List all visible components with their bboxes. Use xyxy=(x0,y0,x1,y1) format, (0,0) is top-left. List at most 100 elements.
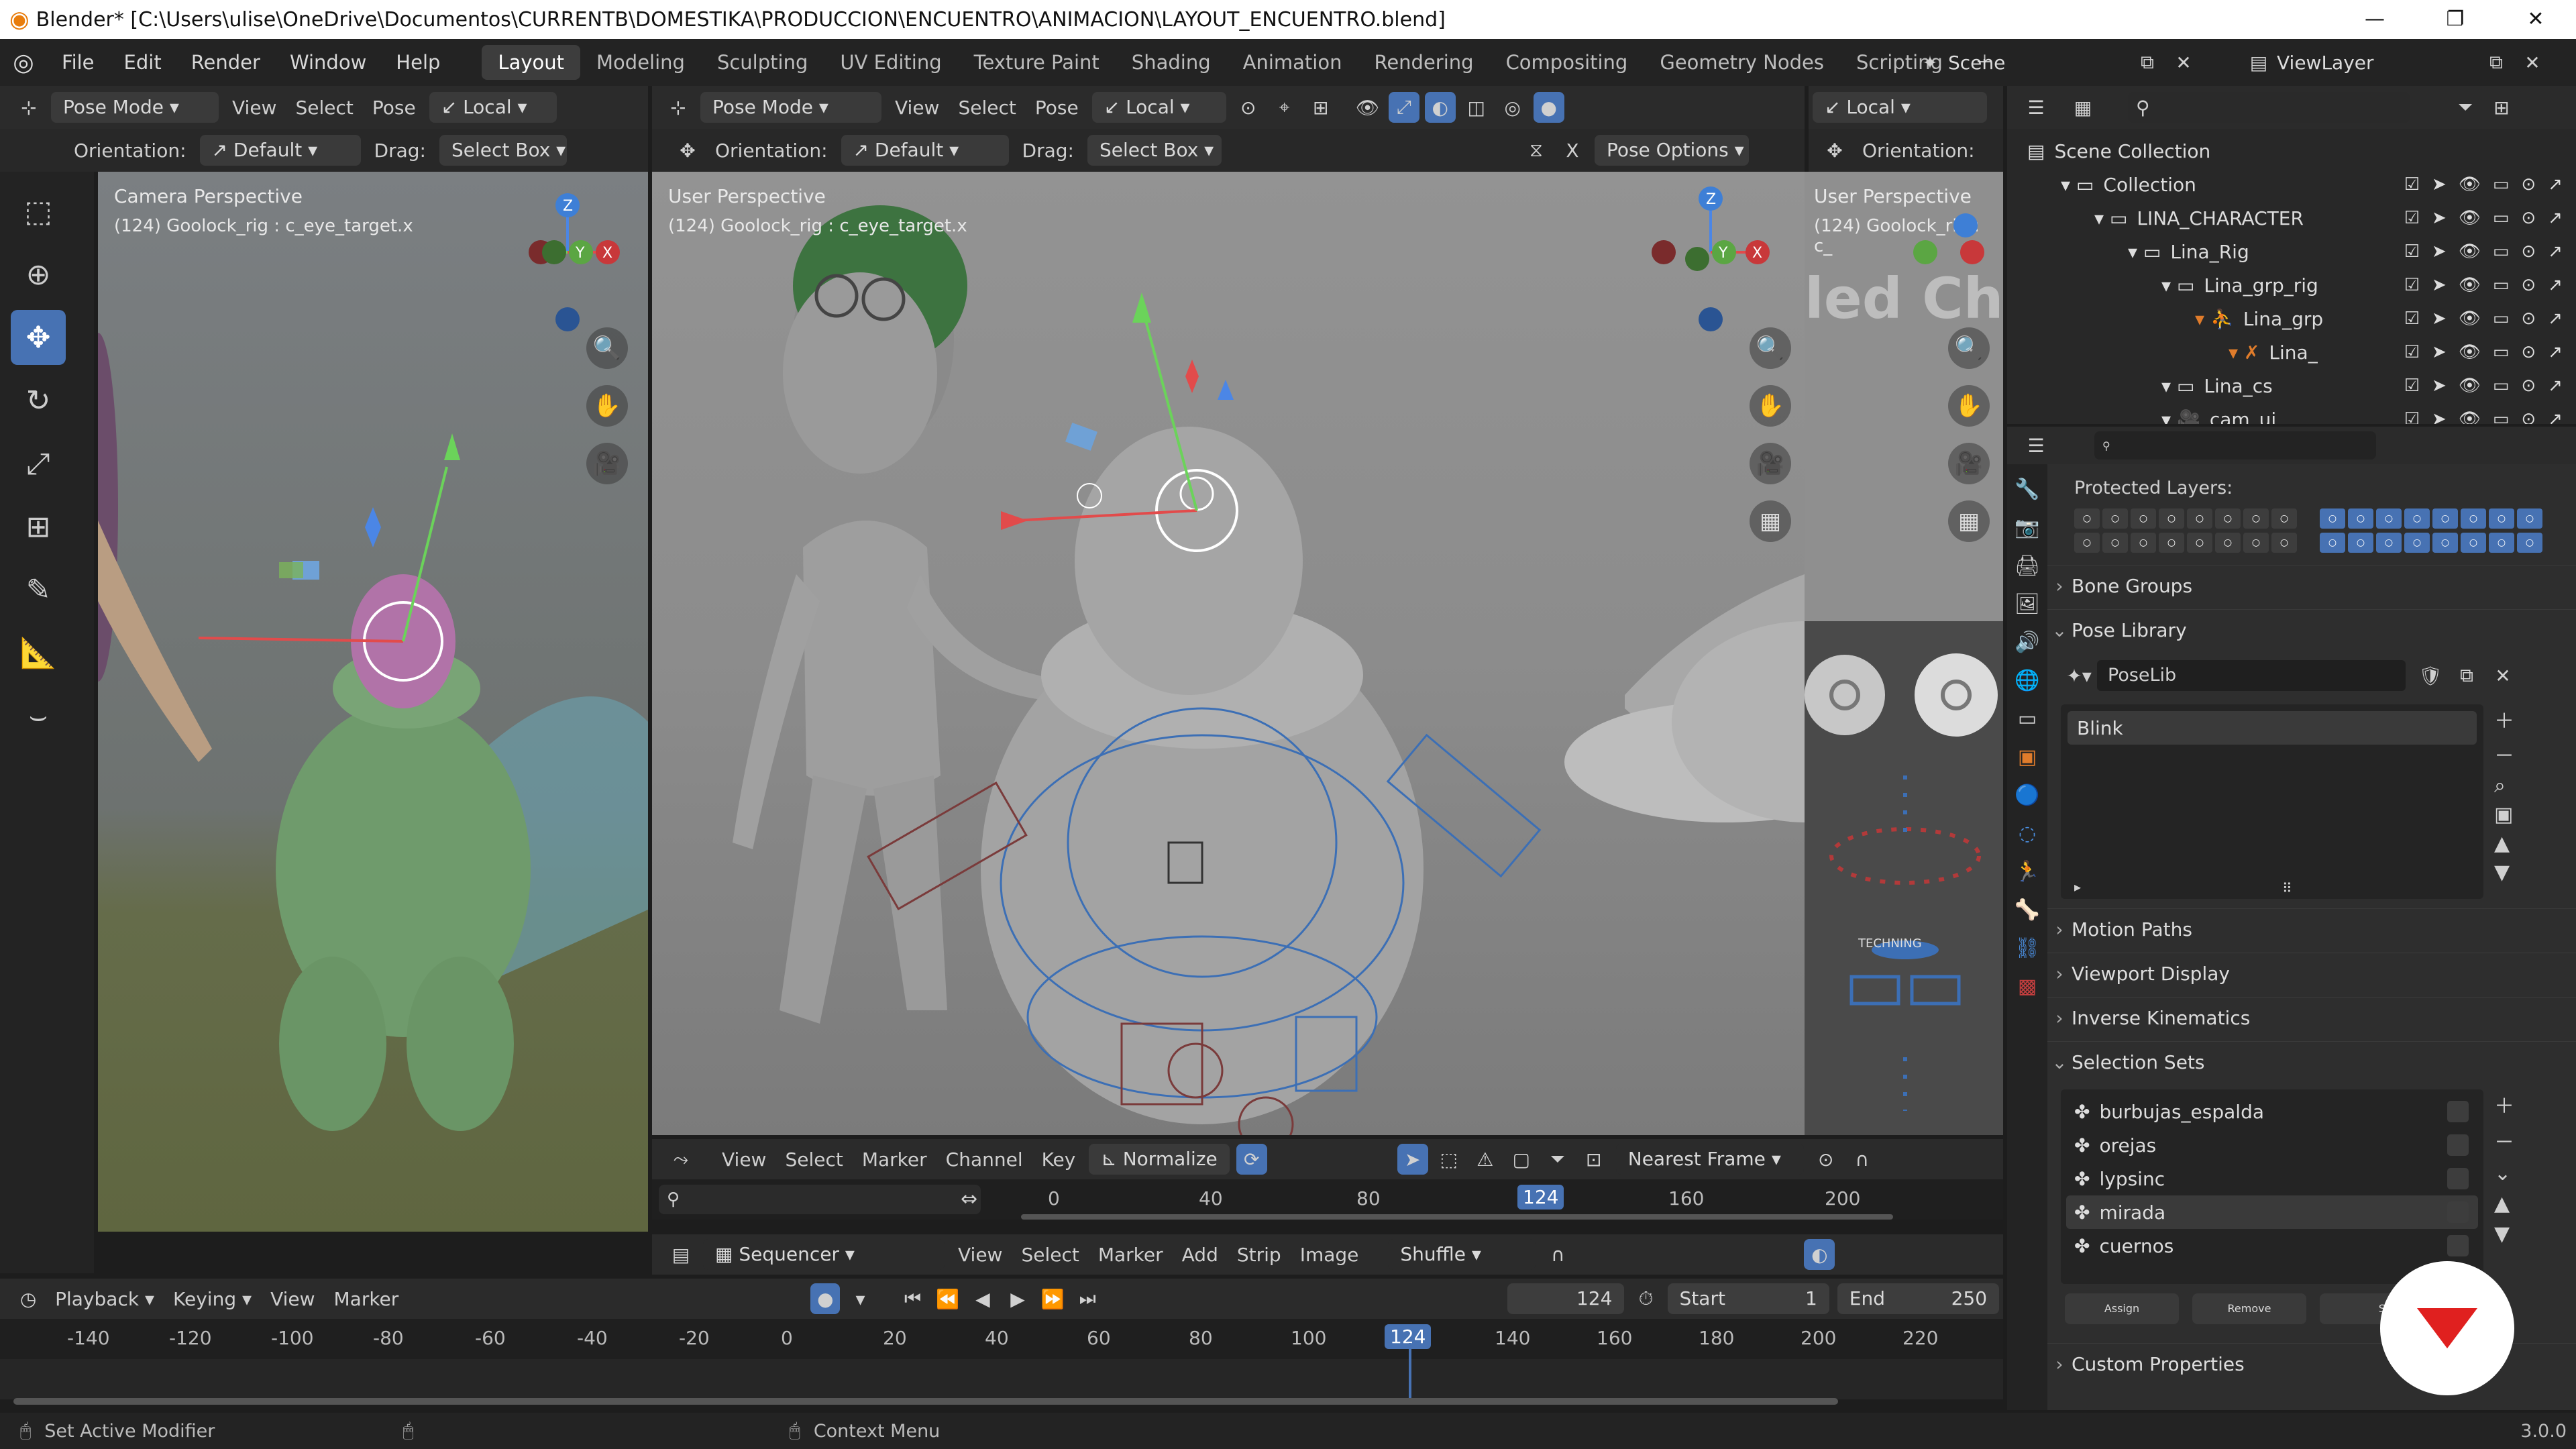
visibility-toggles[interactable]: ☑ ➤ 👁 ▭ ⊙ ↗ xyxy=(2404,241,2563,262)
remove-icon[interactable]: － xyxy=(2494,739,2514,769)
visibility-toggles[interactable]: ☑ ➤ 👁 ▭ ⊙ ↗ xyxy=(2404,409,2563,424)
layer-toggle[interactable]: ○ xyxy=(2271,533,2297,553)
pose-item[interactable]: Blink xyxy=(2068,711,2477,745)
visibility-toggles[interactable]: ☑ ➤ 👁 ▭ ⊙ ↗ xyxy=(2404,208,2563,228)
select-cursor-icon[interactable]: ➤ xyxy=(1397,1144,1428,1175)
visibility-toggles[interactable]: ☑ ➤ 👁 ▭ ⊙ ↗ xyxy=(2404,174,2563,195)
world-tab-icon[interactable]: 🌐 xyxy=(2015,669,2039,692)
panel-pose-library[interactable]: ⌄ Pose Library xyxy=(2047,609,2576,651)
camera-view-icon[interactable]: 🎥 xyxy=(586,443,628,484)
tab-geometry-nodes[interactable]: Geometry Nodes xyxy=(1644,45,1840,80)
graph-menu-channel[interactable]: Channel xyxy=(936,1148,1032,1171)
viewport-icon[interactable]: ▭ xyxy=(2493,309,2510,329)
layer-toggle[interactable]: ○ xyxy=(2517,508,2542,529)
new-scene-icon[interactable]: ⧉ xyxy=(2132,47,2163,78)
layer-toggle[interactable]: ○ xyxy=(2243,533,2269,553)
remove-button[interactable]: Remove xyxy=(2192,1293,2306,1324)
perspective-toggle-icon[interactable]: ▦ xyxy=(1750,500,1791,542)
layer-toggle[interactable]: ○ xyxy=(2102,533,2128,553)
menu-help[interactable]: Help xyxy=(381,39,455,86)
layer-toggle[interactable]: ○ xyxy=(2432,508,2458,529)
view-layer-tab-icon[interactable]: 🖼 xyxy=(2015,592,2040,616)
panel-viewport-display[interactable]: › Viewport Display xyxy=(2047,953,2576,994)
collection-tab-icon[interactable]: ▭ xyxy=(2018,707,2037,731)
x-mirror-icon[interactable]: X xyxy=(1557,135,1588,166)
timeline-menu-keying[interactable]: Keying ▾ xyxy=(164,1288,261,1310)
layer-toggle[interactable]: ○ xyxy=(2489,533,2514,553)
render-icon[interactable]: ⊙ xyxy=(2521,309,2536,329)
layer-toggle[interactable]: ○ xyxy=(2131,508,2156,529)
outliner-row[interactable]: ▾ ▭ Lina_Rig ☑ ➤ 👁 ▭ ⊙ ↗ xyxy=(2007,235,2576,268)
layer-toggle[interactable]: ○ xyxy=(2376,533,2402,553)
holdout-icon[interactable]: ↗ xyxy=(2548,342,2563,362)
render-tab-icon[interactable]: 📷 xyxy=(2015,516,2039,539)
bone-tab-icon[interactable]: 🦴 xyxy=(2015,898,2039,922)
poselib-name-field[interactable]: PoseLib xyxy=(2097,660,2406,691)
zoom-icon[interactable]: 🔍 xyxy=(1750,327,1791,369)
layer-toggle[interactable]: ○ xyxy=(2461,533,2486,553)
current-frame-field[interactable]: 124 xyxy=(1507,1283,1625,1314)
left-menu-view[interactable]: View xyxy=(223,97,286,119)
frame-icon[interactable]: ▢ xyxy=(1506,1144,1537,1175)
timeline-ruler[interactable]: -140 -120 -100 -80 -60 -40 -20 0 20 40 60 80 100 124 1… xyxy=(0,1319,2003,1359)
selectable-icon[interactable]: ➤ xyxy=(2432,275,2447,295)
overlays-icon[interactable]: ◐ xyxy=(1424,92,1456,123)
timeline-scrollbar[interactable] xyxy=(13,1398,1838,1405)
viewlayer-selector[interactable]: ▤ ViewLayer ⧉ ✕ xyxy=(2241,46,2551,79)
jump-keyframe-forward-icon[interactable]: ⏩ xyxy=(1038,1283,1067,1314)
resize-grip-icon[interactable]: ⠿ xyxy=(2282,880,2292,896)
left-drag-dropdown[interactable]: Select Box ▾ xyxy=(439,135,567,166)
eye-icon[interactable]: 👁 xyxy=(2459,409,2481,424)
layer-toggle[interactable]: ○ xyxy=(2215,533,2241,553)
menu-render[interactable]: Render xyxy=(176,39,275,86)
sequencer-editor-icon[interactable]: ▤ xyxy=(665,1239,696,1270)
render-icon[interactable]: ⊙ xyxy=(2521,241,2536,262)
menu-file[interactable]: File xyxy=(47,39,109,86)
snap-mode-dropdown[interactable]: Nearest Frame ▾ xyxy=(1615,1144,1804,1175)
tab-shading[interactable]: Shading xyxy=(1116,45,1227,80)
seq-menu-strip[interactable]: Strip xyxy=(1228,1244,1291,1266)
filter-icon[interactable]: ⏷ xyxy=(2450,92,2481,123)
jump-end-icon[interactable]: ⏭ xyxy=(1073,1283,1102,1314)
timeline-menu-marker[interactable]: Marker xyxy=(325,1288,409,1310)
outliner-search-field[interactable]: ⚲ xyxy=(2128,92,2410,123)
apply-pose-icon[interactable]: ⌕ xyxy=(2494,774,2514,798)
tab-texture-paint[interactable]: Texture Paint xyxy=(958,45,1116,80)
normalize-toggle[interactable]: ⊾ Normalize xyxy=(1089,1144,1230,1175)
left-mode-dropdown[interactable]: Pose Mode ▾ xyxy=(51,92,219,123)
layer-toggle[interactable]: ○ xyxy=(2517,533,2542,553)
close-button[interactable]: ✕ xyxy=(2496,0,2576,39)
left-nav-gizmo[interactable]: Z XY xyxy=(494,185,628,333)
layer-toggle[interactable]: ○ xyxy=(2376,508,2402,529)
selection-set-checkbox[interactable] xyxy=(2447,1235,2469,1256)
outliner-row[interactable]: ▾ ⛹ Lina_grp ☑ ➤ 👁 ▭ ⊙ ↗ xyxy=(2007,302,2576,335)
layer-toggle[interactable]: ○ xyxy=(2102,508,2128,529)
outliner-row[interactable]: ▾ ▭ Lina_grp_rig ☑ ➤ 👁 ▭ ⊙ ↗ xyxy=(2007,268,2576,302)
selectable-icon[interactable]: ➤ xyxy=(2432,376,2447,396)
record-icon[interactable]: ● xyxy=(810,1283,841,1314)
minimize-button[interactable]: — xyxy=(2334,0,2415,39)
seq-menu-image[interactable]: Image xyxy=(1291,1244,1368,1266)
layer-toggle[interactable]: ○ xyxy=(2348,508,2373,529)
new-collection-icon[interactable]: ⊞ xyxy=(2486,92,2517,123)
measure-tool-icon[interactable]: 📐 xyxy=(11,625,66,680)
camera-view-icon[interactable]: 🎥 xyxy=(1750,443,1791,484)
graph-current-frame[interactable]: 124 xyxy=(1517,1185,1564,1210)
viewlayer-name[interactable]: ViewLayer xyxy=(2277,52,2478,74)
pose-list[interactable]: Blink ▸ ⠿ xyxy=(2061,704,2483,899)
move-tool-icon[interactable]: ✥ xyxy=(11,310,66,365)
left-viewport[interactable]: Camera Perspective (124) Goolock_rig : c… xyxy=(98,172,648,1232)
move-down-icon[interactable]: ▼ xyxy=(2494,1222,2514,1246)
zoom-icon[interactable]: 🔍 xyxy=(586,327,628,369)
menu-window[interactable]: Window xyxy=(275,39,381,86)
selection-set-item[interactable]: ✤ cuernos xyxy=(2066,1229,2478,1263)
right-transform-dropdown[interactable]: ↙ Local ▾ xyxy=(1813,92,1987,123)
restore-button[interactable]: ❐ xyxy=(2415,0,2496,39)
center-viewport[interactable]: User Perspective (124) Goolock_rig : c_e… xyxy=(652,172,1805,1135)
dropdown-icon[interactable]: ⌄ xyxy=(2494,1162,2514,1185)
layer-toggle[interactable]: ○ xyxy=(2271,508,2297,529)
eye-icon[interactable]: 👁 xyxy=(2459,174,2481,195)
eye-icon[interactable]: 👁 xyxy=(2459,376,2481,396)
visibility-toggles[interactable]: ☑ ➤ 👁 ▭ ⊙ ↗ xyxy=(2404,275,2563,295)
cursor-tool-icon[interactable]: ⊕ xyxy=(11,247,66,302)
